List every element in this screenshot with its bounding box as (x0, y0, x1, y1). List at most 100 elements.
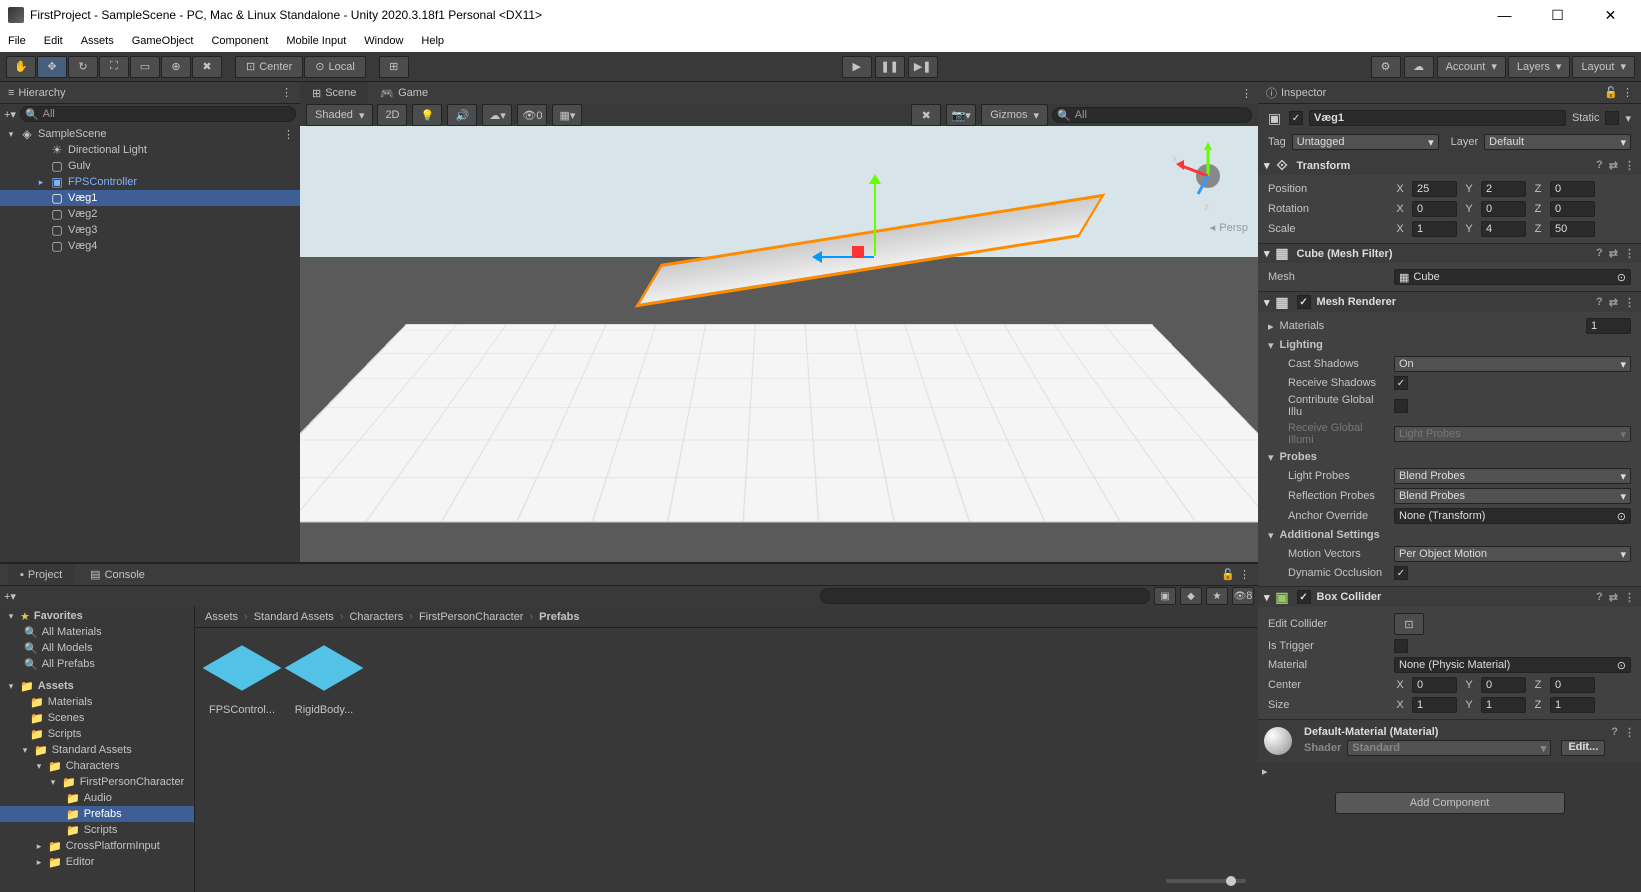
hierarchy-item[interactable]: ▢Gulv (0, 158, 300, 174)
hierarchy-search[interactable]: 🔍All (20, 106, 296, 122)
menu-icon[interactable]: ⋮ (1624, 159, 1635, 172)
dynamic-occlusion-checkbox[interactable]: ✓ (1394, 566, 1408, 580)
camera-icon[interactable]: 📷▾ (946, 104, 976, 126)
tab-console[interactable]: ▤Console (78, 564, 157, 585)
snap-toggle[interactable]: ⊞ (379, 56, 409, 78)
mesh-filter-header[interactable]: ▾ ▦ Cube (Mesh Filter) ?⇄⋮ (1258, 244, 1641, 263)
tools-icon[interactable]: ✖ (911, 104, 941, 126)
collider-center-y[interactable]: 0 (1481, 677, 1526, 693)
rotation-z[interactable]: 0 (1550, 201, 1595, 217)
hand-tool[interactable]: ✋ (6, 56, 36, 78)
favorites-header[interactable]: ▾★Favorites (0, 608, 194, 624)
panel-menu-icon[interactable]: ⋮ (281, 86, 292, 99)
y-axis-arrow[interactable] (874, 176, 876, 256)
move-tool[interactable]: ✥ (37, 56, 67, 78)
project-search[interactable] (820, 588, 1150, 604)
preset-icon[interactable]: ⇄ (1609, 591, 1618, 604)
menu-component[interactable]: Component (211, 35, 268, 47)
scene-menu-icon[interactable]: ⋮ (283, 128, 294, 141)
prefab-asset[interactable]: RigidBody... (289, 636, 359, 862)
menu-icon[interactable]: ⋮ (1624, 296, 1635, 309)
physic-material-field[interactable]: None (Physic Material)⊙ (1394, 657, 1631, 673)
box-collider-header[interactable]: ▾ ▣ ✓ Box Collider ?⇄⋮ (1258, 587, 1641, 607)
material-header[interactable]: Default-Material (Material) Shader Stand… (1258, 720, 1641, 762)
folder-item[interactable]: 📁Materials (0, 694, 194, 710)
tab-game[interactable]: 🎮Game (368, 82, 440, 104)
account-dropdown[interactable]: Account▾ (1437, 56, 1506, 78)
preset-icon[interactable]: ⇄ (1609, 296, 1618, 309)
editor-folder[interactable]: ▸📁Editor (0, 854, 194, 870)
pivot-center-toggle[interactable]: ⊡Center (235, 56, 303, 78)
tag-dropdown[interactable]: Untagged▾ (1292, 134, 1439, 150)
scale-x[interactable]: 1 (1412, 221, 1457, 237)
box-collider-enabled[interactable]: ✓ (1297, 590, 1311, 604)
transform-header[interactable]: ▾ ⟐ Transform ?⇄⋮ (1258, 156, 1641, 175)
cloud-icon[interactable]: ☁ (1404, 56, 1434, 78)
2d-toggle[interactable]: 2D (377, 104, 407, 126)
folder-item[interactable]: 📁Scenes (0, 710, 194, 726)
tab-scene[interactable]: ⊞Scene (300, 82, 368, 104)
menu-help[interactable]: Help (421, 35, 444, 47)
rect-tool[interactable]: ▭ (130, 56, 160, 78)
preset-icon[interactable]: ⇄ (1609, 247, 1618, 260)
folder-item[interactable]: 📁Audio (0, 790, 194, 806)
maximize-button[interactable]: ☐ (1535, 1, 1580, 29)
breadcrumb-item[interactable]: Assets (205, 611, 238, 623)
transform-tool[interactable]: ⊕ (161, 56, 191, 78)
tab-project[interactable]: ▪Project (8, 564, 74, 585)
menu-icon[interactable]: ⋮ (1624, 591, 1635, 604)
menu-icon[interactable]: ⋮ (1624, 247, 1635, 260)
add-component-button[interactable]: Add Component (1335, 792, 1565, 814)
light-probes-dropdown[interactable]: Blend Probes▾ (1394, 468, 1631, 484)
thumbnail-size-slider[interactable] (1166, 879, 1246, 883)
scene-search[interactable]: 🔍All (1052, 107, 1252, 123)
gizmos-dropdown[interactable]: Gizmos▾ (981, 104, 1048, 126)
save-search-icon[interactable]: ★ (1206, 587, 1228, 605)
pivot-local-toggle[interactable]: ⊙Local (304, 56, 366, 78)
rotation-x[interactable]: 0 (1412, 201, 1457, 217)
breadcrumb-item[interactable]: Standard Assets (254, 611, 334, 623)
audio-toggle[interactable]: 🔊 (447, 104, 477, 126)
light-toggle[interactable]: 💡 (412, 104, 442, 126)
collider-center-z[interactable]: 0 (1550, 677, 1595, 693)
layers-dropdown[interactable]: Layers▾ (1508, 56, 1571, 78)
menu-gameobject[interactable]: GameObject (132, 35, 194, 47)
object-picker-icon[interactable]: ⊙ (1617, 510, 1626, 523)
panel-menu-icon[interactable]: ⋮ (1622, 86, 1633, 99)
layer-dropdown[interactable]: Default▾ (1484, 134, 1631, 150)
filter-by-label-icon[interactable]: ◆ (1180, 587, 1202, 605)
play-button[interactable]: ▶ (842, 56, 872, 78)
pause-button[interactable]: ❚❚ (875, 56, 905, 78)
edit-collider-button[interactable]: ⊡ (1394, 613, 1424, 635)
scale-z[interactable]: 50 (1550, 221, 1595, 237)
menu-mobile-input[interactable]: Mobile Input (286, 35, 346, 47)
x-axis-arrow[interactable] (814, 256, 874, 258)
chevron-right-icon[interactable]: ▸ (1262, 765, 1268, 778)
menu-edit[interactable]: Edit (44, 35, 63, 47)
probes-label[interactable]: Probes (1280, 451, 1317, 463)
breadcrumb-item[interactable]: FirstPersonCharacter (419, 611, 524, 623)
step-button[interactable]: ▶❚ (908, 56, 938, 78)
static-checkbox[interactable] (1605, 111, 1619, 125)
reflection-probes-dropdown[interactable]: Blend Probes▾ (1394, 488, 1631, 504)
anchor-override-field[interactable]: None (Transform)⊙ (1394, 508, 1631, 524)
object-picker-icon[interactable]: ⊙ (1617, 659, 1626, 672)
object-picker-icon[interactable]: ⊙ (1617, 271, 1626, 284)
orientation-gizmo[interactable]: x z (1168, 136, 1248, 216)
collider-center-x[interactable]: 0 (1412, 677, 1457, 693)
position-x[interactable]: 25 (1412, 181, 1457, 197)
hierarchy-item[interactable]: ▢Væg3 (0, 222, 300, 238)
rotate-tool[interactable]: ↻ (68, 56, 98, 78)
receive-shadows-checkbox[interactable]: ✓ (1394, 376, 1408, 390)
scene-row[interactable]: ▾ ◈ SampleScene ⋮ (0, 126, 300, 142)
help-icon[interactable]: ? (1596, 296, 1603, 309)
assets-folder[interactable]: ▾📁Assets (0, 678, 194, 694)
hierarchy-item[interactable]: ▢Væg4 (0, 238, 300, 254)
lock-icon[interactable]: 🔓 (1221, 568, 1235, 581)
hierarchy-item[interactable]: ▸▣FPSController (0, 174, 300, 190)
characters-folder[interactable]: ▾📁Characters (0, 758, 194, 774)
panel-menu-icon[interactable]: ⋮ (1241, 87, 1258, 100)
materials-count[interactable]: 1 (1586, 318, 1631, 334)
hidden-toggle[interactable]: 👁0 (517, 104, 547, 126)
help-icon[interactable]: ? (1611, 726, 1618, 739)
